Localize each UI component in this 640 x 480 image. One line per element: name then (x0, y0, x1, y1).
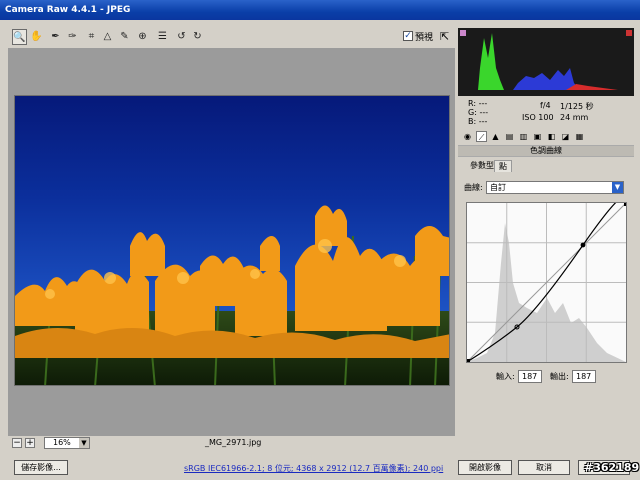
curve-select[interactable]: 自訂 ▼ (486, 181, 624, 194)
open-image-button[interactable]: 開啟影像 (458, 460, 512, 475)
curve-row: 曲線: 自訂 ▼ (464, 181, 632, 195)
focal-length: 24 mm (560, 113, 589, 122)
window-title: Camera Raw 4.4.1 - JPEG (0, 0, 640, 20)
red-eye-icon[interactable]: ⊕ (135, 29, 150, 45)
input-output-row: 輸入: 187 輸出: 187 (458, 370, 634, 384)
crop-icon[interactable]: ⌗ (84, 29, 99, 45)
tone-curve-svg (466, 196, 627, 363)
iso: ISO 100 (522, 113, 554, 122)
hand-icon[interactable]: ✋ (29, 29, 44, 45)
panel-title: 色調曲線 (458, 145, 634, 157)
right-panel: R: --- G: --- B: --- f/4 1/125 秒 ISO 100… (458, 28, 634, 452)
bottom-bar: 儲存影像... sRGB IEC61966-2.1; 8 位元; 4368 x … (0, 457, 640, 480)
presets-panel-icon[interactable]: ◪ (560, 131, 571, 142)
split-toning-panel-icon[interactable]: ▥ (518, 131, 529, 142)
white-balance-icon[interactable]: ✒ (48, 29, 63, 45)
fullscreen-icon[interactable]: ⇱ (440, 30, 449, 43)
basic-panel-icon[interactable]: ◉ (462, 131, 473, 142)
r-value: --- (478, 99, 488, 108)
tab-point[interactable]: 點 (494, 160, 512, 172)
b-label: B: (468, 117, 477, 126)
g-label: G: (468, 108, 477, 117)
zoom-select[interactable]: 16% ▼ (44, 437, 90, 449)
shutter-speed: 1/125 秒 (560, 102, 594, 111)
output-label: 輸出: (550, 372, 569, 381)
curve-label: 曲線: (464, 183, 483, 192)
cancel-button[interactable]: 取消 (518, 460, 570, 475)
zoom-out-button[interactable]: − (12, 438, 22, 448)
zoom-value: 16% (53, 438, 71, 447)
toolbar: 🔍 ✋ ✒ ✑ ⌗ △ ✎ ⊕ ☰ ↺ ↻ ✓ 預視 ⇱ (8, 28, 454, 48)
tone-curve-graph[interactable] (466, 196, 627, 363)
zoom-icon[interactable]: 🔍 (12, 29, 27, 45)
chevron-down-icon: ▼ (79, 438, 89, 448)
rotate-right-icon[interactable]: ↻ (190, 29, 205, 45)
b-value: --- (478, 117, 488, 126)
aperture: f/4 (540, 101, 551, 110)
preview-checkbox[interactable]: ✓ (403, 31, 413, 41)
watermark: #362189 (584, 461, 640, 474)
filename: _MG_2971.jpg (205, 438, 262, 447)
chevron-down-icon: ▼ (612, 182, 623, 193)
detail-panel-icon[interactable]: ▲ (490, 131, 501, 142)
curve-tabs: 參數型 點 (458, 160, 634, 172)
r-label: R: (468, 99, 477, 108)
camera-calibration-panel-icon[interactable]: ◧ (546, 131, 557, 142)
straighten-icon[interactable]: △ (100, 29, 115, 45)
preview-label: 預視 (415, 33, 434, 43)
status-bar: − + 16% ▼ _MG_2971.jpg (8, 436, 455, 450)
histogram-graph (458, 28, 634, 96)
zoom-in-button[interactable]: + (25, 438, 35, 448)
curve-value: 自訂 (490, 183, 506, 192)
preview-canvas[interactable] (8, 48, 455, 436)
retouch-icon[interactable]: ✎ (117, 29, 132, 45)
g-value: --- (479, 108, 489, 117)
hsl-panel-icon[interactable]: ▤ (504, 131, 515, 142)
photo-image (15, 96, 449, 385)
photo-preview (14, 95, 450, 386)
input-field[interactable]: 187 (518, 370, 542, 383)
histogram (458, 28, 634, 96)
input-label: 輸入: (496, 372, 515, 381)
camera-raw-window: Camera Raw 4.4.1 - JPEG 🔍 ✋ ✒ ✑ ⌗ △ ✎ ⊕ … (0, 0, 640, 480)
tone-curve-panel-icon[interactable]: ⟋ (476, 131, 487, 142)
color-sampler-icon[interactable]: ✑ (65, 29, 80, 45)
lens-panel-icon[interactable]: ▣ (532, 131, 543, 142)
output-field[interactable]: 187 (572, 370, 596, 383)
workflow-options-link[interactable]: sRGB IEC61966-2.1; 8 位元; 4368 x 2912 (12… (184, 463, 443, 474)
panel-icon-strip: ◉ ⟋ ▲ ▤ ▥ ▣ ◧ ◪ ▦ (458, 131, 634, 144)
list-icon[interactable]: ☰ (155, 29, 170, 45)
snapshots-panel-icon[interactable]: ▦ (574, 131, 585, 142)
rotate-left-icon[interactable]: ↺ (174, 29, 189, 45)
save-image-button[interactable]: 儲存影像... (14, 460, 68, 475)
